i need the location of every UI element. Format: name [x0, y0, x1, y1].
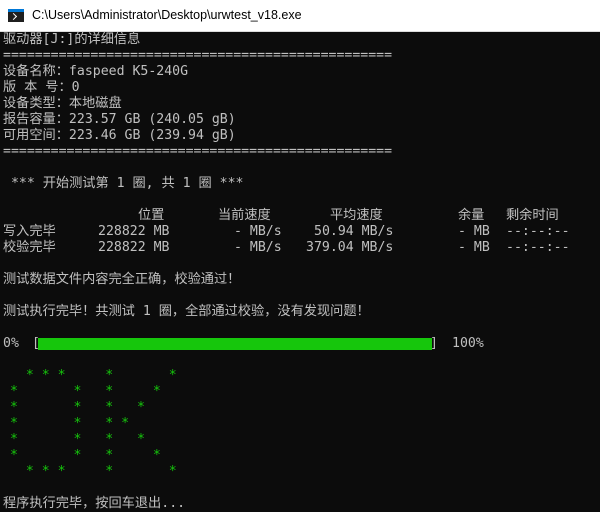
verify-message: 测试数据文件内容完全正确，校验通过！ [3, 272, 241, 287]
version: 版 本 号：0 [3, 80, 80, 95]
title-bar[interactable]: C:\Users\Administrator\Desktop\urwtest_v… [0, 0, 600, 32]
ok-art-line: * * * * * [10, 464, 177, 479]
progress-bracket-close: ] [430, 336, 438, 351]
drive-details-header: 驱动器[J:]的详细信息 [3, 32, 141, 47]
round-banner: *** 开始测试第 1 圈, 共 1 圈 *** [3, 176, 244, 191]
row-remaining: - MB [458, 240, 490, 255]
console-app-icon [8, 9, 24, 22]
progress-bar: [ ] [32, 336, 438, 352]
row-average-speed: 50.94 MB/s [314, 224, 394, 239]
reported-capacity: 报告容量：223.57 GB (240.05 gB) [3, 112, 236, 127]
ok-art-line: * * * * [10, 432, 145, 447]
row-current-speed: - MB/s [234, 224, 282, 239]
ok-art-line: * * * * [10, 448, 161, 463]
row-average-speed: 379.04 MB/s [306, 240, 394, 255]
row-time-left: --:--:-- [506, 224, 570, 239]
completion-message: 测试执行完毕！共测试 1 圈，全部通过校验，没有发现问题！ [3, 304, 370, 319]
device-type: 设备类型：本地磁盘 [3, 96, 122, 111]
row-label: 写入完毕 [3, 224, 56, 239]
ok-art-line: * * * * [10, 400, 145, 415]
column-time-left: 剩余时间 [506, 208, 559, 223]
row-label: 校验完毕 [3, 240, 56, 255]
row-time-left: --:--:-- [506, 240, 570, 255]
ok-art-line: * * * * [10, 384, 161, 399]
device-name: 设备名称：faspeed K5-240G [3, 64, 189, 79]
ok-art-line: * * * * * [10, 368, 177, 383]
column-position: 位置 [138, 208, 165, 223]
ok-art-line: * * * * [10, 416, 130, 431]
available-space: 可用空间：223.46 GB (239.94 gB) [3, 128, 236, 143]
window-title: C:\Users\Administrator\Desktop\urwtest_v… [32, 8, 302, 22]
console-output: 驱动器[J:]的详细信息 ===========================… [0, 32, 600, 512]
column-current-speed: 当前速度 [218, 208, 271, 223]
row-current-speed: - MB/s [234, 240, 282, 255]
progress-end-label: 100% [452, 336, 484, 351]
column-remaining: 余量 [458, 208, 485, 223]
separator-top: ========================================… [3, 48, 393, 63]
row-remaining: - MB [458, 224, 490, 239]
row-position: 228822 MB [98, 240, 170, 255]
separator-bottom: ========================================… [3, 144, 393, 159]
progress-start-label: 0% [3, 336, 19, 351]
column-average-speed: 平均速度 [330, 208, 383, 223]
progress-fill [38, 338, 432, 350]
row-position: 228822 MB [98, 224, 170, 239]
exit-prompt: 程序执行完毕，按回车退出... [3, 496, 186, 511]
